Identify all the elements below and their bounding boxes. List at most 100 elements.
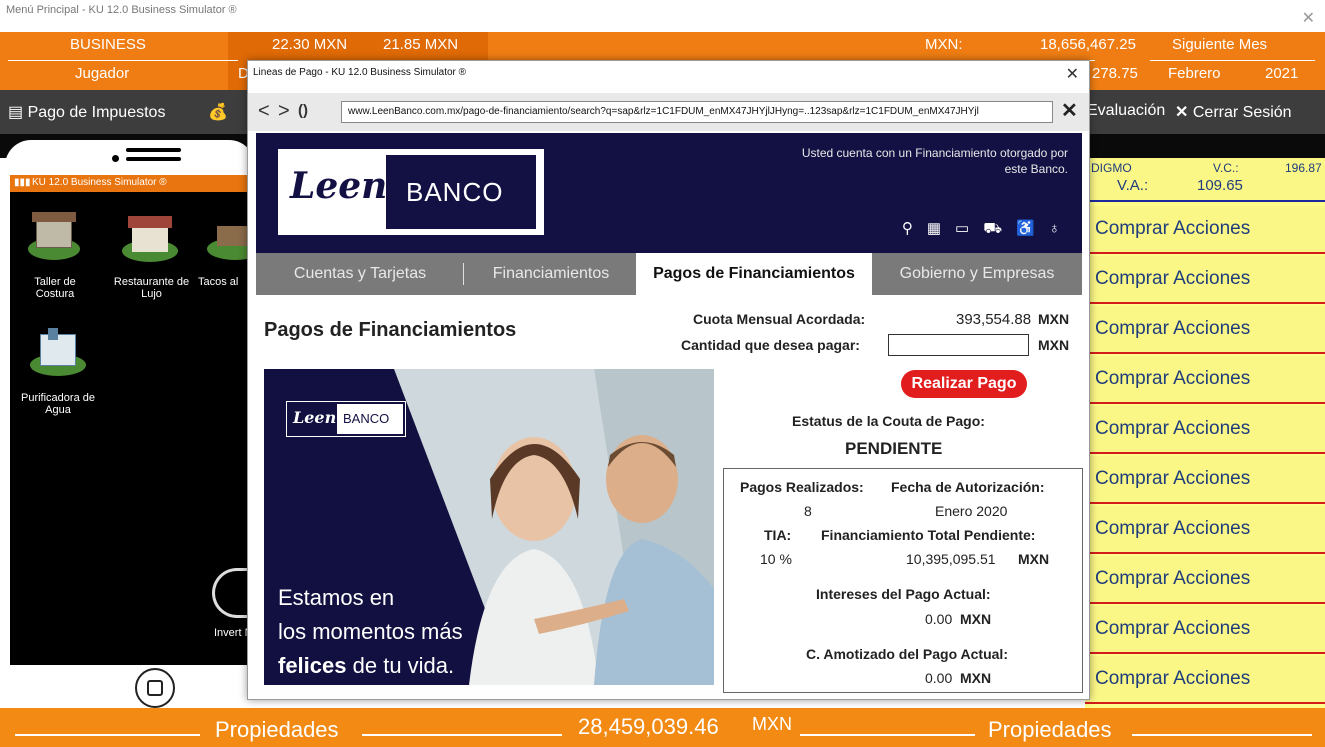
make-payment-button[interactable]: Realizar Pago: [901, 370, 1027, 398]
stock-ticker: DIGMO: [1091, 161, 1132, 175]
ad-logo-script: Leen: [293, 408, 337, 427]
browser-bar: < > () www.LeenBanco.com.mx/pago-de-fina…: [248, 93, 1089, 131]
exchange-rate-sell: 21.85 MXN: [383, 36, 459, 53]
money-bag-icon[interactable]: 💰: [208, 102, 228, 122]
bank-logo[interactable]: Leen BANCO: [278, 149, 544, 235]
buy-stock-button[interactable]: Comprar Acciones: [1085, 356, 1325, 404]
amortized-label: C. Amotizado del Pago Actual:: [806, 646, 1008, 662]
payment-status-value: PENDIENTE: [845, 439, 943, 458]
tacos-icon[interactable]: [205, 220, 249, 268]
buy-stock-button[interactable]: Comprar Acciones: [1085, 656, 1325, 704]
total-pending-label: Financiamiento Total Pendiente:: [821, 527, 1036, 543]
document-icon: ▤: [8, 104, 24, 121]
app-label-restaurant: Restaurante de Lujo: [113, 276, 190, 300]
va-value: 109.65: [1197, 177, 1243, 194]
dialog-title: Lineas de Pago - KU 12.0 Business Simula…: [253, 67, 467, 78]
payment-lines-dialog: Lineas de Pago - KU 12.0 Business Simula…: [247, 60, 1090, 700]
buy-stock-label: Comprar Acciones: [1095, 568, 1251, 589]
va-label: V.A.:: [1117, 177, 1149, 194]
pin-icon[interactable]: ⚲: [902, 220, 927, 237]
financing-details-box: Pagos Realizados: Fecha de Autorización:…: [723, 468, 1083, 693]
ad-logo-box: BANCO: [337, 404, 403, 434]
amount-to-pay-input[interactable]: [888, 334, 1029, 356]
partial-value: 278.75: [1092, 65, 1138, 82]
ad-line-3-bold: felices: [278, 653, 347, 678]
cash-balance: 18,656,467.25: [1040, 36, 1136, 53]
stock-summary: DIGMO V.C.: 196.87 V.A.: 109.65: [1085, 158, 1325, 202]
window-titlebar: Menú Principal - KU 12.0 Business Simula…: [0, 0, 1325, 32]
signal-icon: ▮▮▮: [14, 177, 31, 188]
buy-stock-label: Comprar Acciones: [1095, 418, 1251, 439]
properties-bar: Propiedades 28,459,039.46 MXN Propiedade…: [0, 708, 1325, 747]
mxn-label: MXN:: [925, 36, 963, 53]
tax-payment-button[interactable]: ▤ Pago de Impuestos: [8, 102, 165, 122]
bank-advertisement[interactable]: Leen BANCO Estamos en los momentos más f…: [264, 369, 714, 685]
buy-stock-button[interactable]: Comprar Acciones: [1085, 256, 1325, 304]
monthly-quota-value: 393,554.88: [956, 311, 1032, 328]
reload-icon[interactable]: (): [298, 102, 308, 119]
phone-speaker-icon: [112, 148, 182, 162]
app-label-tacos: Tacos al: [198, 276, 239, 288]
tab-government-companies[interactable]: Gobierno y Empresas: [872, 253, 1082, 295]
currency-label: MXN: [960, 670, 992, 686]
logo-box: BANCO: [386, 155, 536, 229]
luxury-restaurant-icon[interactable]: [118, 212, 180, 268]
buy-stock-button[interactable]: Comprar Acciones: [1085, 306, 1325, 354]
close-x-icon: ✕: [1175, 104, 1189, 121]
currency-label: MXN: [1038, 337, 1070, 353]
buy-stock-button[interactable]: Comprar Acciones: [1085, 406, 1325, 454]
money-bag-icon[interactable]: ♁: [1049, 220, 1074, 237]
buy-stock-label: Comprar Acciones: [1095, 368, 1251, 389]
business-label: BUSINESS: [70, 36, 146, 53]
water-purifier-icon[interactable]: [26, 326, 88, 382]
accessibility-icon[interactable]: ♿: [1016, 220, 1049, 237]
tia-label: TIA:: [764, 527, 792, 543]
ad-line-3: felices de tu vida.: [278, 653, 454, 679]
url-bar[interactable]: www.LeenBanco.com.mx/pago-de-financiamie…: [341, 101, 1053, 123]
buy-stock-button[interactable]: Comprar Acciones: [1085, 206, 1325, 254]
app-label-tailor: Taller de Costura: [34, 276, 76, 300]
tab-accounts-cards[interactable]: Cuentas y Tarjetas: [256, 253, 464, 295]
url-text: www.LeenBanco.com.mx/pago-de-financiamie…: [348, 106, 979, 117]
stop-x-icon[interactable]: ✕: [1061, 98, 1078, 123]
current-year: 2021: [1265, 65, 1299, 82]
currency-label: MXN: [960, 611, 992, 627]
back-arrow-icon[interactable]: <: [258, 100, 270, 123]
ad-line-3-rest: de tu vida.: [352, 653, 455, 678]
next-month-button[interactable]: Siguiente Mes: [1172, 36, 1267, 53]
calculator-icon[interactable]: ▦: [927, 220, 955, 237]
authorization-date-value: Enero 2020: [935, 503, 1008, 519]
tab-financing[interactable]: Financiamientos: [466, 253, 636, 295]
tab-financing-payments[interactable]: Pagos de Financiamientos: [636, 253, 872, 295]
authorization-date-label: Fecha de Autorización:: [891, 479, 1045, 495]
payments-made-label: Pagos Realizados:: [740, 479, 864, 495]
logout-button[interactable]: ✕ Cerrar Sesión: [1175, 102, 1292, 122]
forward-arrow-icon[interactable]: >: [278, 100, 290, 123]
amortized-value: 0.00: [925, 670, 953, 686]
buy-stock-label: Comprar Acciones: [1095, 318, 1251, 339]
evaluation-button[interactable]: Evaluación: [1087, 102, 1165, 120]
player-label: Jugador: [75, 65, 130, 82]
buy-stock-button[interactable]: Comprar Acciones: [1085, 456, 1325, 504]
buy-stock-button[interactable]: Comprar Acciones: [1085, 506, 1325, 554]
window-close-icon[interactable]: ✕: [1302, 8, 1315, 28]
phone-home-button[interactable]: [135, 668, 175, 708]
card-icon[interactable]: ▭: [955, 220, 983, 237]
buy-stock-button[interactable]: Comprar Acciones: [1085, 556, 1325, 604]
tailor-shop-icon[interactable]: [22, 208, 84, 266]
exchange-rate-buy: 22.30 MXN: [272, 36, 348, 53]
buy-stock-label: Comprar Acciones: [1095, 618, 1251, 639]
phone-status-title: KU 12.0 Business Simulator ®: [32, 177, 167, 188]
truck-icon[interactable]: ⛟: [983, 220, 1016, 237]
buy-stock-button[interactable]: Comprar Acciones: [1085, 606, 1325, 654]
vc-value: 196.87: [1285, 161, 1322, 175]
buy-stock-label: Comprar Acciones: [1095, 668, 1251, 689]
currency-label: MXN: [1018, 551, 1050, 567]
vc-label: V.C.:: [1213, 161, 1239, 175]
buy-stock-label: Comprar Acciones: [1095, 468, 1251, 489]
payments-made-value: 8: [804, 503, 812, 519]
logout-label: Cerrar Sesión: [1192, 104, 1292, 121]
dialog-close-icon[interactable]: ✕: [1066, 64, 1079, 84]
payment-status-label: Estatus de la Couta de Pago:: [792, 413, 985, 429]
amount-to-pay-label: Cantidad que desea pagar:: [681, 337, 860, 353]
